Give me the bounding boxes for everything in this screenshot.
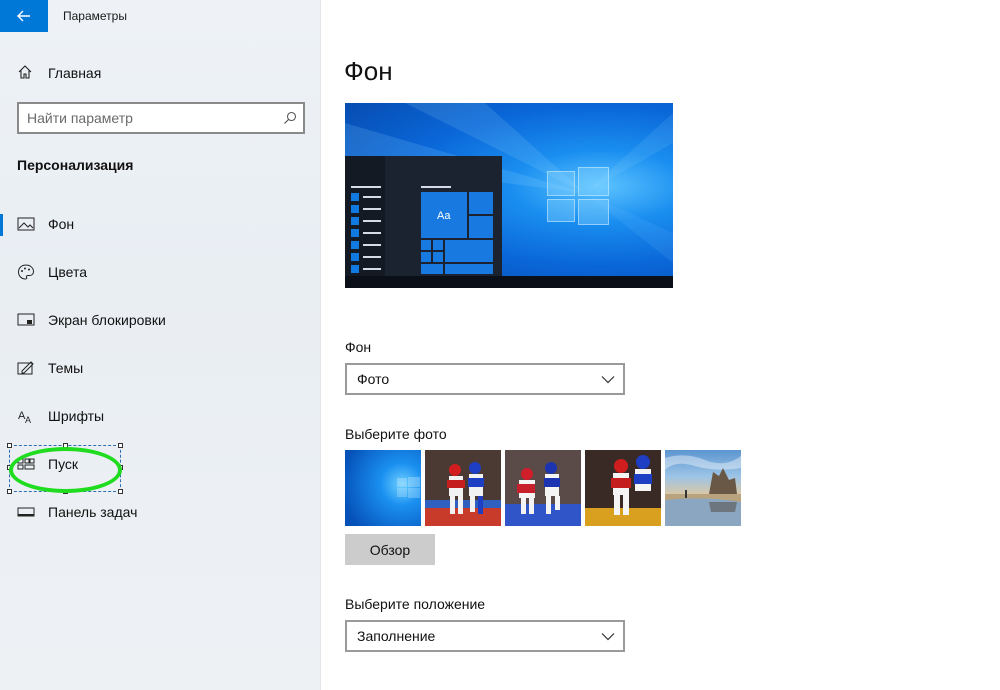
choose-photo-label: Выберите фото	[345, 426, 447, 442]
taekwondo-photo-2	[505, 450, 581, 526]
tile-large: Aa	[421, 192, 467, 238]
sidebar: Параметры Главная Персонализация Фон Цве…	[0, 0, 321, 690]
selection-indicator	[0, 214, 3, 236]
photo-thumbnail-2[interactable]	[425, 450, 501, 526]
start-menu-preview: Aa	[345, 156, 502, 276]
search-icon[interactable]	[283, 111, 297, 125]
browse-button[interactable]: Обзор	[345, 534, 435, 565]
beach-rocks-photo	[665, 450, 741, 526]
back-button[interactable]	[0, 0, 48, 32]
sidebar-item-lock-screen[interactable]: Экран блокировки	[0, 300, 321, 340]
svg-text:A: A	[25, 415, 31, 424]
sidebar-item-label: Темы	[48, 360, 84, 376]
photo-thumbnail-1[interactable]	[345, 450, 421, 526]
chevron-down-icon	[601, 633, 615, 641]
fonts-icon: A A	[18, 410, 31, 424]
background-preview: Aa	[345, 103, 673, 288]
taskbar-icon	[17, 507, 35, 517]
windows-wallpaper-image	[345, 450, 421, 526]
home-label: Главная	[48, 65, 102, 81]
sidebar-item-background[interactable]: Фон	[0, 204, 321, 244]
background-dropdown[interactable]: Фото	[345, 363, 625, 395]
chevron-down-icon	[601, 376, 615, 384]
sidebar-item-label: Цвета	[48, 264, 87, 280]
position-label: Выберите положение	[345, 596, 486, 612]
position-value: Заполнение	[357, 628, 436, 644]
window-title: Параметры	[63, 9, 127, 23]
tile-text: Aa	[437, 210, 451, 222]
preview-taskbar	[345, 276, 673, 288]
background-value: Фото	[357, 371, 390, 387]
windows-logo-icon	[547, 167, 609, 225]
lock-screen-icon	[17, 313, 35, 326]
sidebar-item-label: Панель задач	[48, 504, 138, 520]
photo-thumbnail-4[interactable]	[585, 450, 661, 526]
sidebar-item-label: Экран блокировки	[48, 312, 166, 328]
taekwondo-photo-1	[425, 450, 501, 526]
sidebar-item-label: Фон	[48, 216, 75, 232]
home-icon	[18, 65, 32, 79]
back-arrow-icon	[17, 10, 30, 22]
sidebar-item-colors[interactable]: Цвета	[0, 252, 321, 292]
taekwondo-photo-3	[585, 450, 661, 526]
highlight-ellipse	[9, 447, 122, 493]
sidebar-item-themes[interactable]: Темы	[0, 348, 321, 388]
sidebar-item-taskbar[interactable]: Панель задач	[0, 492, 321, 532]
sidebar-item-fonts[interactable]: A A Шрифты	[0, 396, 321, 436]
search-box[interactable]	[17, 102, 305, 134]
position-dropdown[interactable]: Заполнение	[345, 620, 625, 652]
sidebar-item-label: Шрифты	[48, 408, 105, 424]
photo-thumbnail-3[interactable]	[505, 450, 581, 526]
home-link[interactable]: Главная	[0, 56, 321, 88]
picture-icon	[17, 217, 35, 231]
search-input[interactable]	[27, 109, 267, 127]
background-label: Фон	[345, 339, 372, 355]
palette-icon	[17, 264, 35, 280]
page-title: Фон	[344, 56, 393, 86]
section-title: Персонализация	[17, 157, 134, 173]
start-menu-list	[345, 156, 385, 276]
photo-thumbnail-5[interactable]	[665, 450, 741, 526]
themes-icon	[17, 361, 34, 375]
